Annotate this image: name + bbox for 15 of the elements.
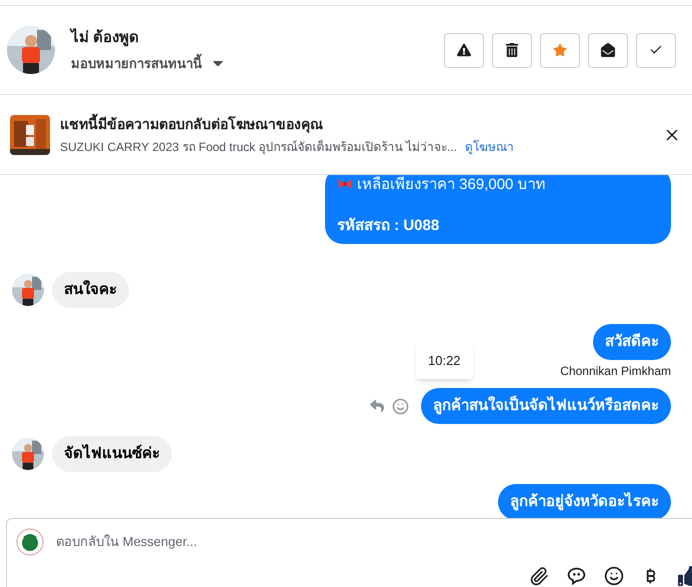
ad-title: แชทนี้มีข้อความตอบกลับต่อโฆษณาของคุณ	[60, 114, 324, 134]
sender-name: Chonnikan Pimkham	[560, 363, 671, 380]
view-ad-link[interactable]: ดูโฆษณา	[464, 138, 514, 156]
message-bubble: จัดไฟแนนซ์ค่ะ	[52, 436, 172, 472]
reply-input[interactable]: ตอบกลับใน Messenger...	[56, 532, 692, 552]
message-bubble: เหลือเพียงราคา 369,000 บาท รหัสสรถ : U088	[325, 175, 671, 244]
message-text: เหลือเพียงราคา 369,000 บาท	[357, 175, 546, 195]
timestamp-tooltip: 10:22	[416, 343, 473, 378]
message-bubble: ลูกค้าอยู่จังหวัดอะไรคะ	[498, 484, 671, 518]
message-bubble: สวัสดีคะ	[593, 324, 671, 360]
ad-description: SUZUKI CARRY 2023 รถ Food truck อุปกรณ์จัดเต็มพร้อมเปิดร้าน ไม่ว่าจะ...	[60, 138, 457, 156]
message-bubble: ลูกค้าสนใจเป็นจัดไฟแนว์หรือสดคะ	[421, 388, 671, 424]
contact-name: ไม่ ต้องพูด	[71, 27, 140, 48]
assign-dropdown[interactable]: มอบหมายการสนทนานี้	[71, 54, 226, 73]
message-bubble: สนใจคะ	[52, 272, 129, 308]
